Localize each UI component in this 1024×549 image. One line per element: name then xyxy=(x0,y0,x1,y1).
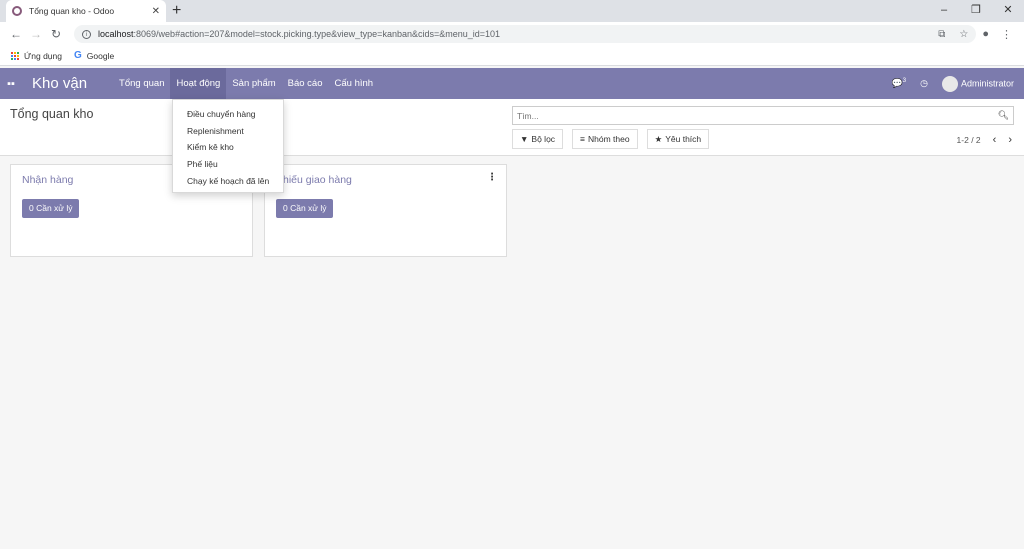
chat-count: 3 xyxy=(902,78,907,84)
translate-icon[interactable]: ⧉ xyxy=(938,29,945,40)
new-tab-icon[interactable]: + xyxy=(172,1,181,21)
window-controls: – ❐ ✕ xyxy=(928,0,1024,22)
filter-button[interactable]: ▼ Bộ lọc xyxy=(512,129,564,149)
dropdown-item-inventory[interactable]: Kiểm kê kho xyxy=(173,139,283,156)
favorites-button[interactable]: ★ Yêu thích xyxy=(646,129,710,149)
site-info-icon[interactable]: i xyxy=(82,29,91,39)
filter-label: Bộ lọc xyxy=(531,134,556,144)
activity-clock-icon[interactable]: ◷ xyxy=(920,78,928,89)
url-host: localhost xyxy=(98,29,134,39)
pager: 1-2 / 2 ‹ › xyxy=(957,134,1012,146)
browser-menu-icon[interactable]: ⋮ xyxy=(1001,28,1012,41)
restore-icon[interactable]: ❐ xyxy=(960,0,992,22)
filter-icon: ▼ xyxy=(520,134,529,144)
menu-cau-hinh[interactable]: Cấu hình xyxy=(329,68,380,99)
to-process-button[interactable]: 0 Cần xử lý xyxy=(276,199,334,218)
menu-hoat-dong[interactable]: Hoạt động xyxy=(170,68,227,99)
user-name: Administrator xyxy=(960,77,1014,88)
address-bar-row: ← → ↻ i localhost:8069/web#action=207&mo… xyxy=(0,22,1024,46)
favorites-label: Yêu thích xyxy=(665,134,702,144)
tab-title: Tổng quan kho - Odoo xyxy=(29,6,115,16)
app-brand[interactable]: Kho vận xyxy=(32,75,87,92)
user-menu[interactable]: Administrator xyxy=(941,75,1014,92)
forward-icon[interactable]: → xyxy=(26,27,46,41)
profile-icon[interactable]: ● xyxy=(982,28,989,41)
bookmark-label: Ứng dụng xyxy=(24,50,62,61)
group-by-label: Nhóm theo xyxy=(588,134,630,144)
chevron-left-icon[interactable]: ‹ xyxy=(993,134,997,146)
odoo-main-navbar: ▪▪ Kho vận Tổng quan Hoạt động Sản phẩm … xyxy=(0,68,1024,99)
breadcrumb: Tổng quan kho xyxy=(10,107,94,121)
card-title[interactable]: Nhận hàng xyxy=(22,174,73,186)
menu-san-pham[interactable]: Sản phẩm xyxy=(226,68,281,99)
kebab-menu-icon[interactable]: ⋮ xyxy=(487,172,497,183)
bookmark-label: Google xyxy=(86,50,115,61)
chevron-right-icon[interactable]: › xyxy=(1008,134,1012,146)
url-path: :8069/web#action=207&model=stock.picking… xyxy=(133,29,501,39)
back-icon[interactable]: ← xyxy=(6,27,26,41)
close-tab-icon[interactable]: ✕ xyxy=(152,6,160,17)
search-input[interactable] xyxy=(517,110,998,121)
chat-icon[interactable]: 💬3 xyxy=(892,78,907,89)
search-icon[interactable]: 🔍︎ xyxy=(998,110,1009,121)
menu-bao-cao[interactable]: Báo cáo xyxy=(282,68,329,99)
dropdown-item-scrap[interactable]: Phế liệu xyxy=(173,156,283,173)
bookmark-star-icon[interactable]: ☆ xyxy=(959,29,968,40)
url-input[interactable]: i localhost:8069/web#action=207&model=st… xyxy=(74,25,977,43)
google-icon: G xyxy=(73,50,82,61)
search-box: 🔍︎ xyxy=(512,106,1014,125)
card-title[interactable]: Phiếu giao hàng xyxy=(276,174,352,186)
dropdown-item-replenishment[interactable]: Replenishment xyxy=(173,123,283,140)
browser-tab[interactable]: Tổng quan kho - Odoo ✕ xyxy=(6,0,166,22)
odoo-favicon-icon xyxy=(12,6,22,16)
star-icon: ★ xyxy=(654,134,663,144)
bookmark-apps[interactable]: Ứng dụng xyxy=(10,51,62,61)
group-by-button[interactable]: ≡ Nhóm theo xyxy=(572,129,638,149)
pager-value[interactable]: 1-2 / 2 xyxy=(957,135,981,145)
to-process-button[interactable]: 0 Cần xử lý xyxy=(22,199,80,218)
search-options: ▼ Bộ lọc ≡ Nhóm theo ★ Yêu thích xyxy=(512,129,710,149)
menu-tong-quan[interactable]: Tổng quan xyxy=(113,68,170,99)
minimize-icon[interactable]: – xyxy=(928,0,960,22)
list-icon: ≡ xyxy=(580,134,586,144)
bookmark-google[interactable]: G Google xyxy=(74,50,114,61)
browser-tab-bar: Tổng quan kho - Odoo ✕ + – ❐ ✕ xyxy=(0,0,1024,22)
operations-dropdown: Điều chuyển hàng Replenishment Kiểm kê k… xyxy=(172,99,284,193)
close-window-icon[interactable]: ✕ xyxy=(992,0,1024,22)
apps-menu-icon[interactable]: ▪▪ xyxy=(0,78,22,90)
dropdown-item-run-scheduler[interactable]: Chạy kế hoạch đã lên xyxy=(173,173,283,190)
dropdown-item-transfers[interactable]: Điều chuyển hàng xyxy=(173,106,283,123)
kanban-card-deliveries[interactable]: Phiếu giao hàng 0 Cần xử lý ⋮ xyxy=(264,164,507,257)
reload-icon[interactable]: ↻ xyxy=(46,27,66,41)
control-panel: Tổng quan kho 🔍︎ ▼Bộ lọc ≡Nhóm theo ★Yêu… xyxy=(0,99,1024,156)
apps-grid-icon xyxy=(10,51,19,60)
bookmarks-bar: Ứng dụng G Google xyxy=(0,46,1024,66)
avatar xyxy=(941,75,958,92)
